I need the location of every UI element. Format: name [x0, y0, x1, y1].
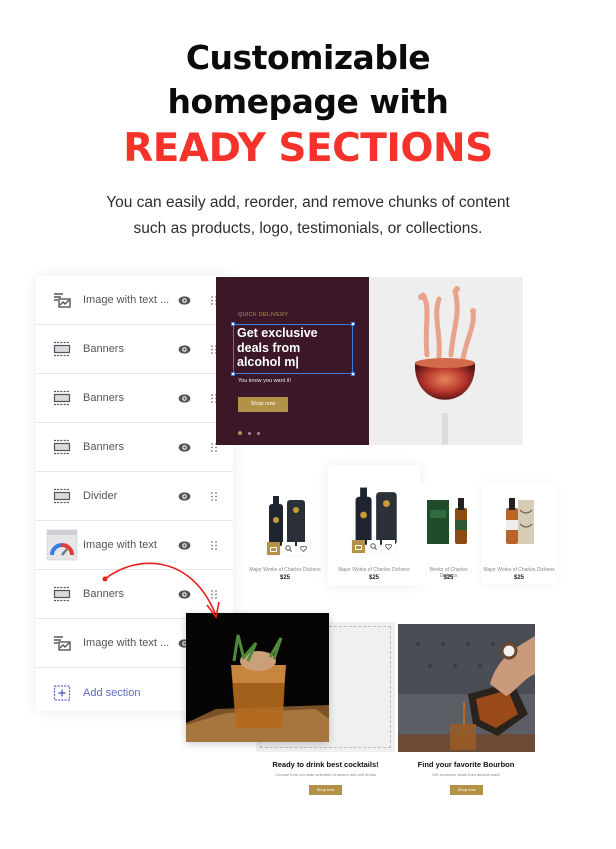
- banner-headline[interactable]: Get exclusive deals from alcohol m|: [237, 326, 318, 370]
- product-card[interactable]: Major Works of Charles Dickens $25: [328, 465, 420, 585]
- product-price: $25: [513, 575, 524, 581]
- section-item[interactable]: Banners: [36, 325, 233, 374]
- banner-icon: [53, 341, 71, 357]
- hero: Customizable homepage with READY SECTION…: [0, 36, 616, 242]
- product-card[interactable]: Major Works of Charles Dickens $25: [482, 484, 556, 584]
- section-label: Banners: [83, 441, 124, 453]
- add-to-cart-icon[interactable]: [352, 540, 365, 553]
- slide-dot[interactable]: [257, 431, 260, 435]
- hero-title-line1: Customizable: [185, 38, 431, 77]
- product-actions: [352, 540, 395, 553]
- product-title[interactable]: Major Works of Charles Dickens: [328, 567, 420, 573]
- banner-text-panel: QUICK DELIVERY Get exclusive deals from …: [216, 277, 369, 445]
- hero-title-highlight: READY SECTIONS: [123, 126, 493, 171]
- product-image: [269, 496, 305, 546]
- wine-splash-image: [369, 277, 523, 445]
- product-price: $25: [368, 575, 379, 581]
- product-price: $25: [443, 575, 454, 581]
- banner-icon: [53, 439, 71, 455]
- shop-now-button[interactable]: Shop now: [238, 397, 288, 412]
- wishlist-icon[interactable]: [382, 540, 395, 553]
- product-image: [506, 498, 534, 544]
- product-price: $25: [279, 575, 290, 581]
- collection-description: Get exclusive deals from alcohol mart!: [432, 772, 500, 777]
- resize-handle[interactable]: [231, 322, 235, 326]
- speedometer-image-icon: [46, 529, 78, 561]
- product-card[interactable]: Major Works of Charles Dickens $25: [245, 484, 325, 584]
- eye-icon[interactable]: [178, 441, 191, 454]
- section-label: Divider: [83, 490, 118, 502]
- add-icon: [53, 684, 71, 701]
- resize-handle[interactable]: [351, 372, 355, 376]
- section-label: Image with text ...: [83, 637, 170, 649]
- resize-handle[interactable]: [231, 372, 235, 376]
- section-item[interactable]: Image with text ...: [36, 276, 233, 325]
- slide-dot[interactable]: [238, 431, 242, 435]
- eye-icon[interactable]: [178, 294, 191, 307]
- bourbon-pour-illustration: [398, 624, 535, 752]
- product-title[interactable]: Major Works of Charles Dickens: [482, 567, 556, 573]
- banner-icon: [53, 586, 71, 602]
- product-image: [427, 498, 467, 544]
- hero-title-line2: homepage with: [167, 82, 449, 121]
- slide-dot[interactable]: [248, 431, 251, 435]
- image-with-text-icon: [54, 293, 71, 308]
- banner-subtitle: You know you want it!: [238, 378, 291, 384]
- collection-shop-now-button[interactable]: Shop now: [309, 785, 342, 795]
- collection-shop-now-button[interactable]: Shop now: [450, 785, 483, 795]
- section-item[interactable]: Banners: [36, 423, 233, 472]
- drag-arrow-icon: [102, 562, 220, 619]
- collection-title: Ready to drink best cocktails!: [272, 760, 379, 769]
- product-title[interactable]: Major Works of Charles Dickens: [245, 567, 325, 573]
- section-label: Banners: [83, 343, 124, 355]
- eye-icon[interactable]: [178, 539, 191, 552]
- add-section-label: Add section: [83, 686, 141, 699]
- wine-glass-illustration: [414, 286, 476, 445]
- quick-view-icon[interactable]: [367, 540, 380, 553]
- section-item[interactable]: Divider: [36, 472, 233, 521]
- resize-handle[interactable]: [351, 322, 355, 326]
- add-to-cart-icon[interactable]: [267, 542, 280, 555]
- section-label: Image with text ...: [83, 294, 170, 306]
- slide-dots: [238, 431, 260, 435]
- slideshow-banner: QUICK DELIVERY Get exclusive deals from …: [216, 277, 523, 445]
- section-item[interactable]: Banners: [36, 374, 233, 423]
- section-label: Banners: [83, 392, 124, 404]
- product-actions: [267, 542, 310, 555]
- quick-view-icon[interactable]: [282, 542, 295, 555]
- banner-eyebrow: QUICK DELIVERY: [238, 312, 289, 318]
- section-label: Image with text: [83, 539, 157, 551]
- collection-title: Find your favorite Bourbon: [417, 760, 515, 769]
- eye-icon[interactable]: [178, 343, 191, 356]
- hero-description: You can easily add, reorder, and remove …: [106, 194, 510, 237]
- eye-icon[interactable]: [178, 490, 191, 503]
- wishlist-icon[interactable]: [297, 542, 310, 555]
- divider-icon: [53, 488, 71, 504]
- product-card[interactable]: Works of Charles Dickens $25: [420, 484, 477, 584]
- drag-handle-icon[interactable]: [211, 540, 217, 550]
- eye-icon[interactable]: [178, 392, 191, 405]
- banner-icon: [53, 390, 71, 406]
- image-with-text-icon: [54, 636, 71, 651]
- collection-description: Choose from our wide selection of mixers…: [275, 772, 376, 777]
- drag-handle-icon[interactable]: [211, 491, 217, 501]
- bourbon-pour-image: [398, 624, 535, 752]
- product-image: [355, 487, 397, 545]
